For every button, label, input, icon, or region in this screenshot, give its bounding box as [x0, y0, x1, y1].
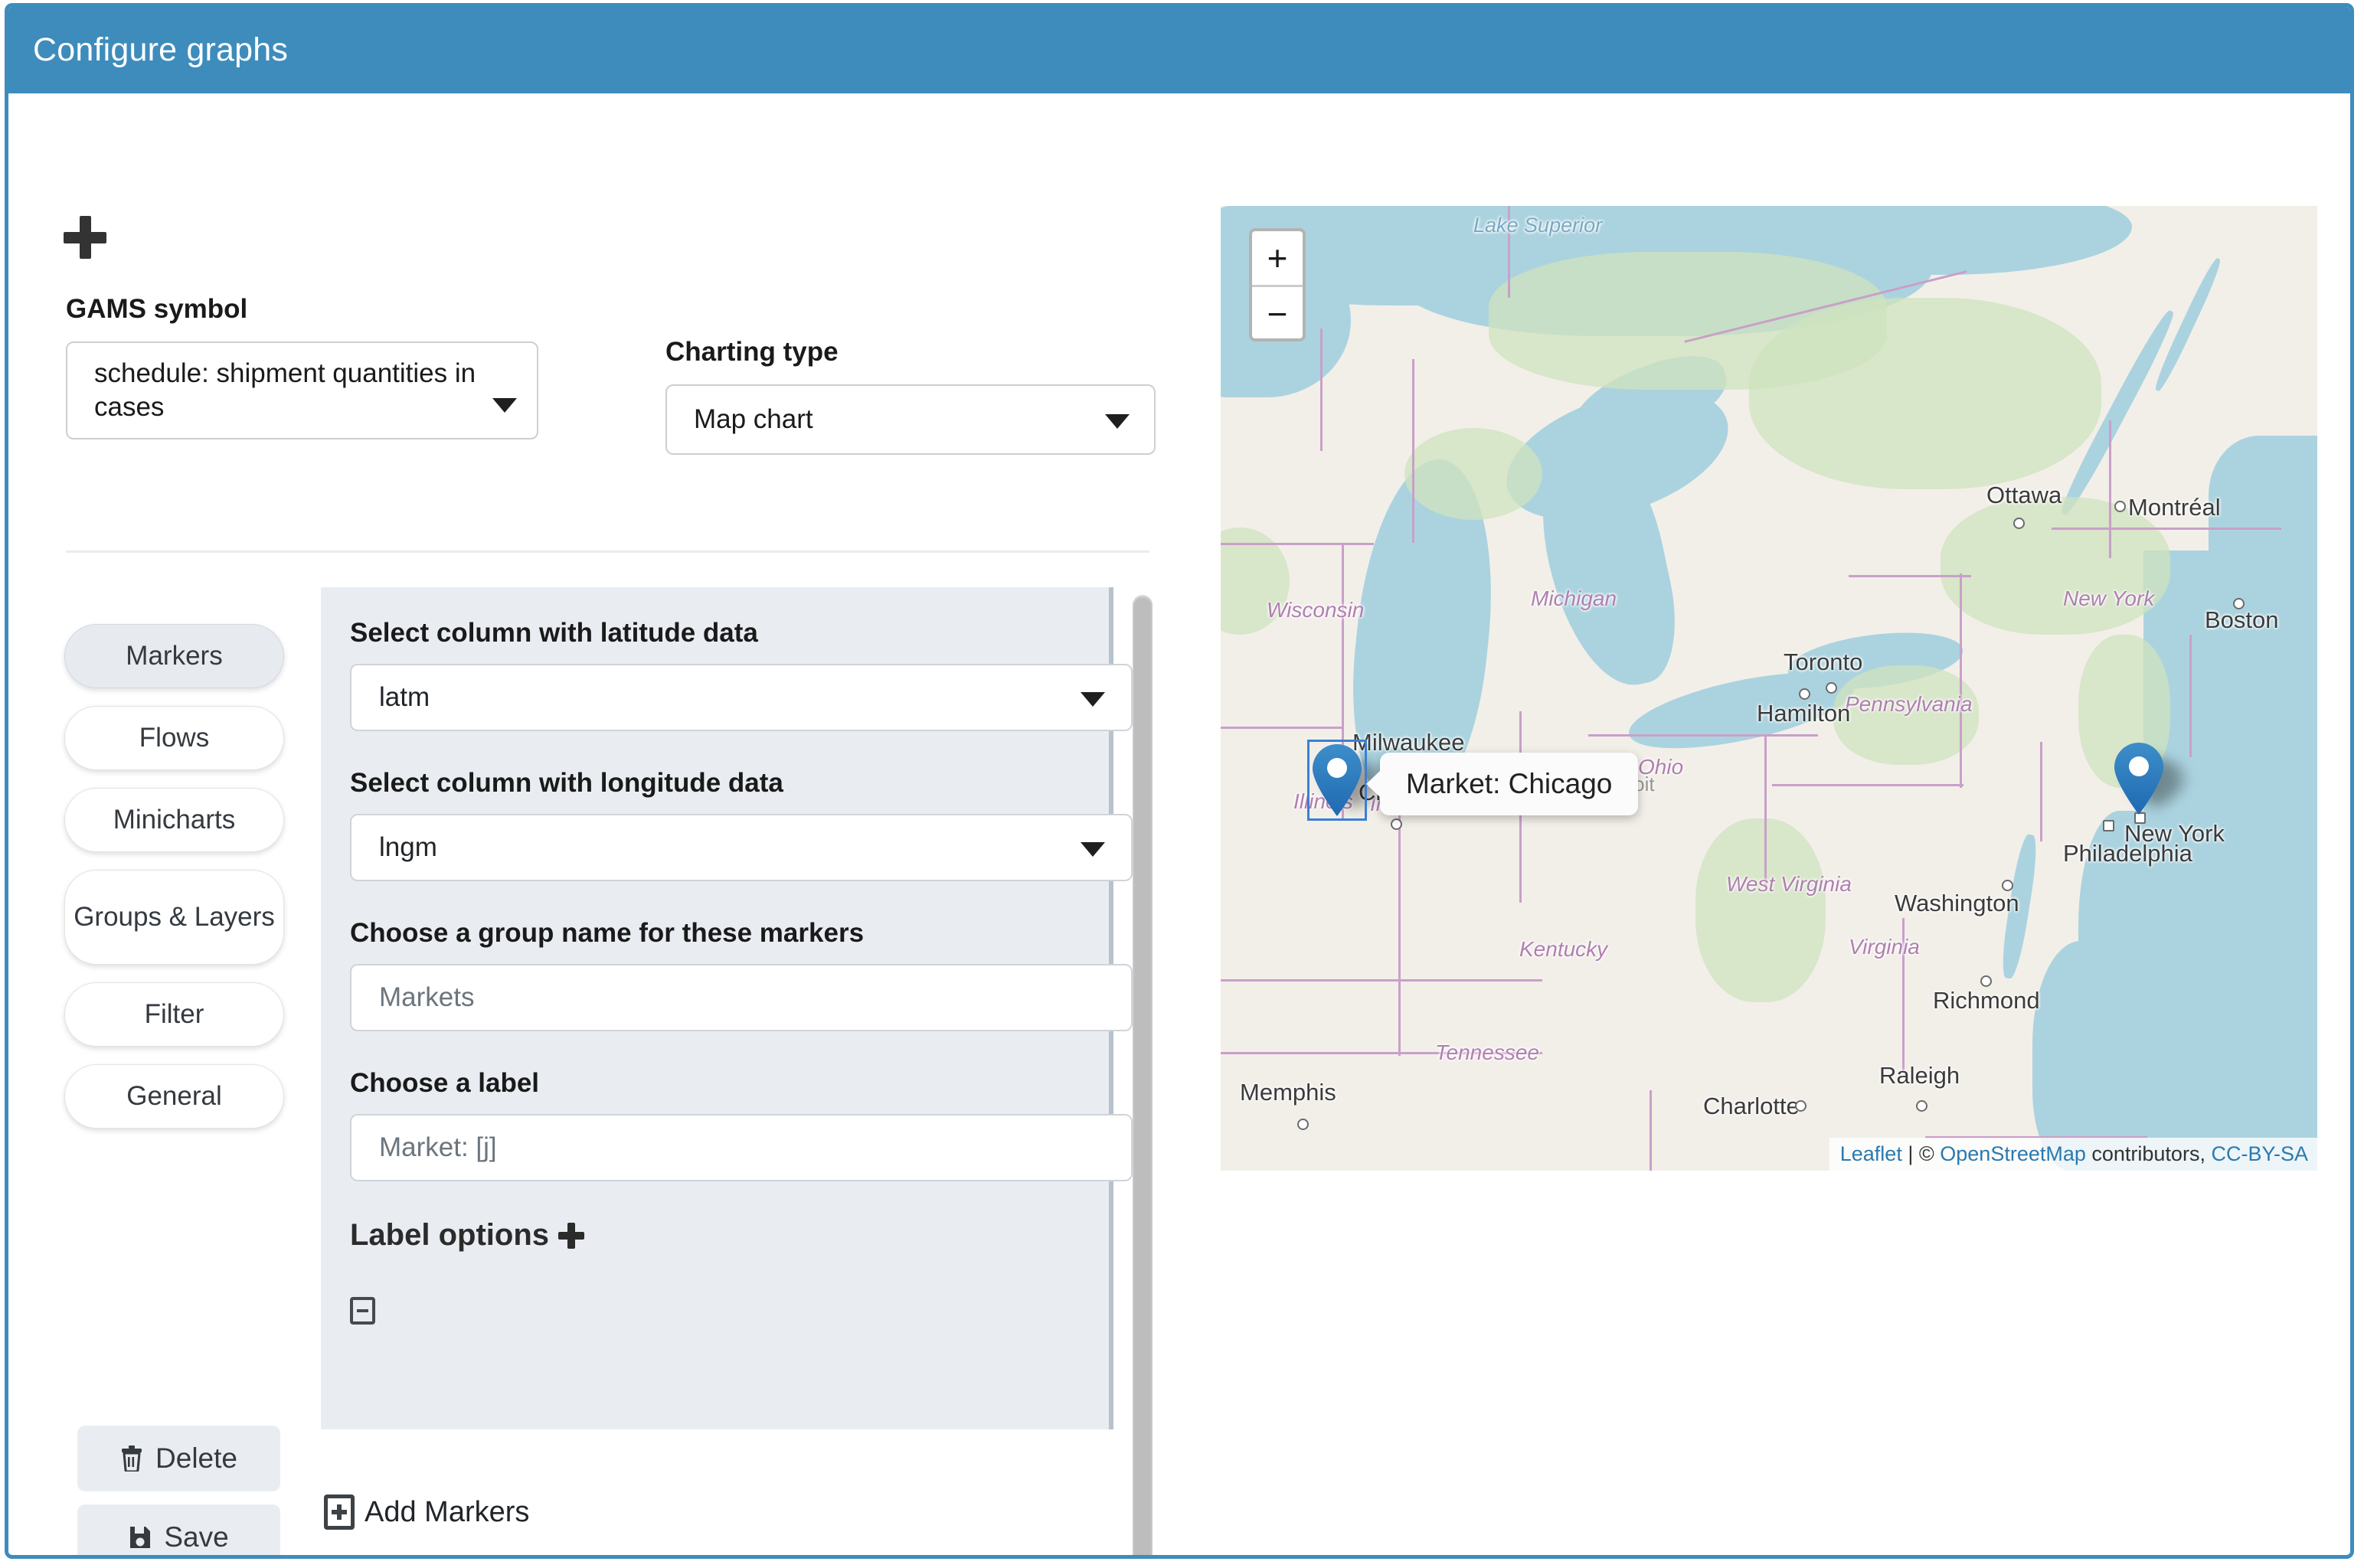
- add-markers-button[interactable]: Add Markers: [324, 1494, 529, 1530]
- map-label: Memphis: [1240, 1079, 1336, 1106]
- panel-scrollbar-thumb[interactable]: [1133, 595, 1153, 1559]
- map-zoom-out-button[interactable]: −: [1252, 287, 1303, 341]
- map-label: Kentucky: [1519, 937, 1607, 962]
- marker-label-input[interactable]: Market: [j]: [350, 1114, 1133, 1181]
- map-label: Pennsylvania: [1845, 692, 1973, 717]
- license-link[interactable]: CC-BY-SA: [2211, 1142, 2308, 1165]
- window-title: Configure graphs: [33, 31, 288, 69]
- map-attribution: Leaflet | © OpenStreetMap contributors, …: [1829, 1138, 2317, 1171]
- map-marker-chicago[interactable]: [1311, 743, 1363, 817]
- map-label: Boston: [2205, 606, 2279, 634]
- delete-button-label: Delete: [155, 1442, 237, 1475]
- map-label: Raleigh: [1879, 1062, 1960, 1089]
- map-chart-preview[interactable]: Lake Superior Wisconsin Michigan Illinoi…: [1221, 206, 2317, 1171]
- attribution-separator: |: [1902, 1142, 1919, 1165]
- window-titlebar: Configure graphs: [8, 7, 2350, 93]
- longitude-column-value: lngm: [379, 832, 437, 863]
- gams-symbol-label: GAMS symbol: [66, 294, 538, 325]
- add-graph-plus-icon[interactable]: [64, 216, 106, 259]
- marker-label-label: Choose a label: [350, 1068, 1080, 1099]
- map-label: Lake Superior: [1473, 214, 1602, 237]
- sidebar-item-filter[interactable]: Filter: [64, 982, 284, 1047]
- tab-label: Groups & Layers: [74, 900, 275, 934]
- floppy-disk-icon: [129, 1525, 152, 1550]
- sidebar-item-general[interactable]: General: [64, 1064, 284, 1129]
- action-button-group: Delete Save: [77, 1426, 280, 1559]
- chevron-down-icon: [1105, 414, 1130, 429]
- configuration-column: GAMS symbol schedule: shipment quantitie…: [8, 93, 1188, 1555]
- map-label: West Virginia: [1726, 872, 1852, 897]
- map-label: Charlotte: [1703, 1093, 1800, 1120]
- gams-symbol-group: GAMS symbol schedule: shipment quantitie…: [66, 294, 538, 439]
- markers-settings-panel: Select column with latitude data latm Se…: [321, 587, 1113, 1429]
- map-label: Hamilton: [1757, 700, 1850, 727]
- sidebar-item-groups-layers[interactable]: Groups & Layers: [64, 870, 284, 965]
- plus-box-icon: [324, 1494, 355, 1530]
- map-label: Washington: [1895, 890, 2019, 917]
- tab-label: Minicharts: [113, 803, 235, 837]
- window-body: GAMS symbol schedule: shipment quantitie…: [8, 93, 2350, 1555]
- sidebar-item-flows[interactable]: Flows: [64, 706, 284, 770]
- latitude-column-select[interactable]: latm: [350, 664, 1133, 731]
- map-label: Ottawa: [1986, 482, 2062, 509]
- chevron-down-icon: [1081, 692, 1105, 707]
- map-label: Montréal: [2128, 494, 2221, 521]
- save-button-label: Save: [164, 1521, 228, 1553]
- map-label: Virginia: [1849, 935, 1920, 959]
- tab-label: General: [126, 1080, 222, 1113]
- delete-button[interactable]: Delete: [77, 1426, 280, 1491]
- group-name-value: Markets: [379, 982, 474, 1013]
- charting-type-group: Charting type Map chart: [665, 337, 1156, 455]
- sidebar-item-minicharts[interactable]: Minicharts: [64, 788, 284, 852]
- label-options-toggle[interactable]: Label options: [350, 1218, 1080, 1253]
- add-markers-label: Add Markers: [365, 1496, 529, 1529]
- map-zoom-controls: + −: [1249, 228, 1306, 341]
- chevron-down-icon: [1081, 842, 1105, 857]
- tab-label: Markers: [126, 639, 222, 673]
- group-name-input[interactable]: Markets: [350, 964, 1133, 1031]
- map-label: Tennessee: [1435, 1040, 1539, 1065]
- tab-label: Flows: [139, 721, 209, 755]
- marker-label-value: Market: [j]: [379, 1132, 497, 1163]
- map-label: Wisconsin: [1267, 598, 1364, 622]
- charting-type-select[interactable]: Map chart: [665, 384, 1156, 455]
- group-name-label: Choose a group name for these markers: [350, 918, 1080, 949]
- map-label: Richmond: [1933, 987, 2040, 1014]
- trash-icon: [120, 1446, 143, 1472]
- charting-type-value: Map chart: [694, 404, 813, 435]
- map-canvas: Lake Superior Wisconsin Michigan Illinoi…: [1221, 206, 2317, 1171]
- map-label: Philadelphia: [2063, 840, 2192, 867]
- marker-tooltip: Market: Chicago: [1380, 753, 1638, 815]
- collapse-minus-box-icon[interactable]: [350, 1297, 375, 1325]
- longitude-column-label: Select column with longitude data: [350, 768, 1080, 799]
- map-marker-new-york[interactable]: [2113, 742, 2165, 815]
- save-button[interactable]: Save: [77, 1504, 280, 1559]
- panel-scrollbar-track[interactable]: [1133, 587, 1153, 1559]
- attribution-copyright: ©: [1919, 1142, 1940, 1165]
- leaflet-link[interactable]: Leaflet: [1840, 1142, 1902, 1165]
- latitude-column-label: Select column with latitude data: [350, 618, 1080, 648]
- map-label: Toronto: [1784, 648, 1862, 676]
- gams-symbol-select[interactable]: schedule: shipment quantities in cases: [66, 341, 538, 439]
- label-options-text: Label options: [350, 1218, 549, 1253]
- openstreetmap-link[interactable]: OpenStreetMap: [1940, 1142, 2086, 1165]
- longitude-column-select[interactable]: lngm: [350, 814, 1133, 881]
- configure-graphs-window: Configure graphs GAMS symbol schedule: s…: [5, 3, 2354, 1559]
- gams-symbol-value: schedule: shipment quantities in cases: [94, 357, 491, 424]
- chevron-down-icon: [492, 398, 517, 413]
- map-label: New York: [2063, 586, 2154, 611]
- attribution-contributors: contributors,: [2086, 1142, 2212, 1165]
- map-zoom-in-button[interactable]: +: [1252, 231, 1303, 287]
- section-divider: [66, 550, 1149, 553]
- sidebar-item-markers[interactable]: Markers: [64, 624, 284, 688]
- charting-type-label: Charting type: [665, 337, 1156, 368]
- settings-tab-list: Markers Flows Minicharts Groups & Layers…: [64, 624, 284, 1146]
- plus-icon: [558, 1223, 584, 1249]
- tab-label: Filter: [145, 998, 204, 1031]
- latitude-column-value: latm: [379, 682, 430, 713]
- map-label: Michigan: [1531, 586, 1617, 611]
